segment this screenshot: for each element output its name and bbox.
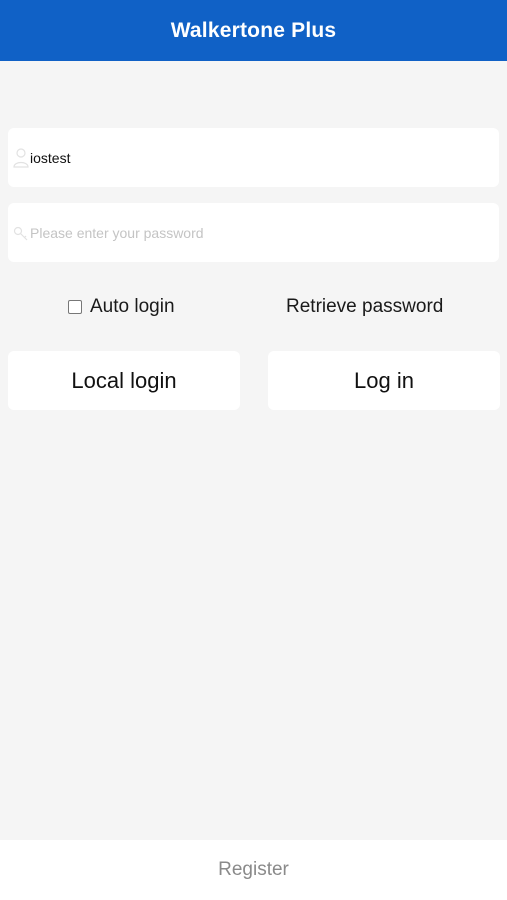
user-icon bbox=[13, 148, 29, 168]
footer-bar: Register bbox=[0, 840, 507, 900]
local-login-button[interactable]: Local login bbox=[8, 351, 240, 410]
app-title: Walkertone Plus bbox=[170, 18, 337, 42]
retrieve-password-link[interactable]: Retrieve password bbox=[286, 290, 443, 324]
log-in-button[interactable]: Log in bbox=[268, 351, 500, 410]
app-header: Walkertone Plus bbox=[0, 0, 507, 61]
username-input[interactable] bbox=[30, 128, 490, 187]
auto-login-checkbox[interactable] bbox=[68, 300, 82, 314]
login-options: Auto login Retrieve password bbox=[0, 290, 507, 324]
password-field[interactable] bbox=[8, 203, 499, 262]
username-field[interactable] bbox=[8, 128, 499, 187]
auto-login-toggle[interactable]: Auto login bbox=[68, 290, 175, 324]
auto-login-label: Auto login bbox=[90, 296, 175, 317]
key-icon bbox=[13, 226, 28, 241]
password-input[interactable] bbox=[30, 203, 490, 262]
register-link[interactable]: Register bbox=[218, 859, 289, 881]
